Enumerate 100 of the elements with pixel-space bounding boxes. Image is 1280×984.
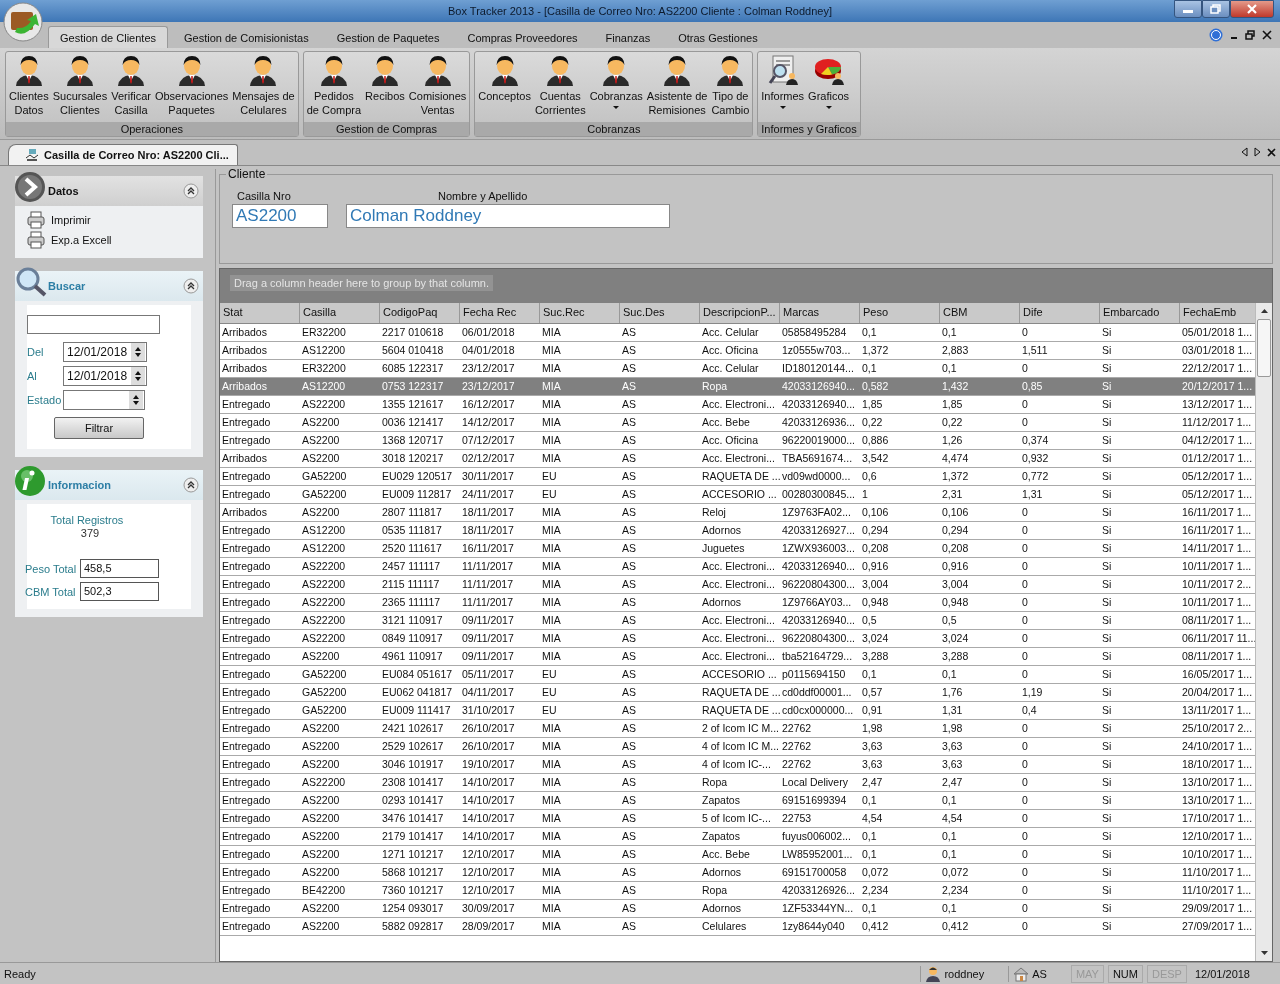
ribbon-button[interactable]: Pedidos de Compra	[304, 54, 364, 117]
text-field[interactable]: Colman Roddney	[346, 204, 670, 228]
action-link[interactable]: Exp.a Excell	[27, 230, 191, 250]
table-cell-text: 0,1	[941, 901, 958, 916]
maximize-button[interactable]	[1202, 0, 1230, 18]
table-cell-text: 1ZWX936003...	[781, 541, 856, 556]
table-cell-text: AS	[621, 541, 637, 556]
table-cell-text: AS2200	[301, 757, 341, 772]
ribbon-button[interactable]: Recibos	[363, 54, 407, 103]
column-header[interactable]: Embarcado	[1100, 303, 1180, 323]
ribbon-button[interactable]: Comisiones Ventas	[406, 54, 469, 117]
vertical-scrollbar[interactable]	[1255, 303, 1272, 961]
status-message: Ready	[4, 967, 37, 980]
table-cell-text: 00280300845...	[781, 487, 856, 502]
table-cell-text: AS	[621, 829, 637, 844]
table-cell-text: 26/10/2017	[461, 739, 516, 754]
table-cell-text: 0	[1021, 775, 1029, 790]
table-cell-text: 42033126926...	[781, 883, 856, 898]
ribbon-button[interactable]: Mensajes de Celulares	[230, 54, 297, 117]
total-value: 379	[79, 527, 101, 539]
table-cell-text: 09/11/2017	[461, 649, 515, 664]
table-cell-text: Entregado	[221, 577, 272, 592]
ribbon-button[interactable]: Tipo de Cambio	[709, 54, 752, 117]
table-cell-text: 0	[1021, 523, 1029, 538]
date-field[interactable]: 12/01/2018	[63, 342, 147, 362]
table-cell-text: 0,1	[861, 361, 878, 376]
column-header[interactable]: Peso	[860, 303, 940, 323]
action-link[interactable]: Imprimir	[27, 210, 191, 230]
ribbon-button[interactable]: Sucursales Clientes	[50, 54, 110, 117]
table-cell-text: AS	[621, 721, 637, 736]
ribbon-tab[interactable]: Gestion de Comisionistas	[172, 26, 321, 48]
table-cell-text: AS2200	[301, 505, 341, 520]
table-cell-text: 2179 101417	[381, 829, 445, 844]
column-header[interactable]: Dife	[1020, 303, 1100, 323]
ribbon-tab[interactable]: Compras Proveedores	[455, 26, 590, 48]
column-header[interactable]: CodigoPaq	[380, 303, 460, 323]
table-cell-text: 1,98	[941, 721, 964, 736]
ribbon-tab[interactable]: Gestion de Clientes	[48, 26, 168, 48]
close-icon[interactable]	[1262, 30, 1272, 40]
column-header[interactable]: Fecha Rec	[460, 303, 540, 323]
ribbon-tab[interactable]: Otras Gestiones	[666, 26, 770, 48]
table-cell-text: 0	[1021, 595, 1029, 610]
table-cell-text: GA52200	[301, 685, 348, 700]
right-arrow-icon[interactable]	[1254, 147, 1261, 157]
table-cell-text: MIA	[541, 883, 562, 898]
group-label: Informes y Graficos	[758, 122, 860, 136]
minimize-button[interactable]	[1174, 0, 1202, 18]
table-cell-text: 1368 120717	[381, 433, 445, 448]
status-dropdown[interactable]	[63, 390, 145, 410]
restore-icon[interactable]	[1245, 30, 1255, 40]
ribbon-button[interactable]: Cobranzas	[587, 54, 645, 109]
table-cell-text: 3046 101917	[381, 757, 445, 772]
group-label: Gestion de Compras	[303, 122, 470, 136]
table-cell-text: 0,932	[1021, 451, 1050, 466]
column-header[interactable]: Suc.Rec	[540, 303, 620, 323]
table-cell-text: 19/10/2017	[461, 757, 516, 772]
ribbon-button[interactable]: Verificar Casilla	[109, 54, 153, 117]
search-field[interactable]	[27, 315, 160, 334]
ribbon-button[interactable]: Observaciones Paquetes	[152, 54, 231, 117]
table-cell-text: 31/10/2017	[461, 703, 516, 718]
date-field[interactable]: 12/01/2018	[63, 366, 147, 386]
filter-button[interactable]: Filtrar	[54, 417, 144, 439]
table-cell-text: 1	[861, 487, 869, 502]
table-cell-text: AS	[621, 703, 637, 718]
table-cell-text: 18/10/2017 1...	[1181, 757, 1254, 772]
ribbon-button[interactable]: Graficos	[806, 54, 852, 109]
ribbon-button[interactable]: Informes	[759, 54, 807, 109]
search-icon	[14, 265, 48, 299]
document-tab[interactable]: Casilla de Correo Nro: AS2200 Cli...	[8, 144, 238, 165]
column-header[interactable]: Suc.Des	[620, 303, 700, 323]
ribbon-button[interactable]: Cuentas Corrientes	[532, 54, 588, 117]
column-header[interactable]: Marcas	[780, 303, 860, 323]
column-header[interactable]: CBM	[940, 303, 1020, 323]
table-cell-text: Entregado	[221, 775, 272, 790]
close-icon[interactable]	[1267, 147, 1276, 157]
column-header[interactable]: DescripcionP...	[700, 303, 780, 323]
table-row[interactable]: Arribados AS12200 0753 122317 23/12/2017 MIA AS Ropa 42033126940... 0,582 1,432 0,85 Si 20/12/2017 1...	[220, 378, 1255, 396]
text-field[interactable]: AS2200	[232, 204, 328, 228]
column-header[interactable]: Stat	[220, 303, 300, 323]
table-cell-text: 5868 101217	[381, 865, 445, 880]
ribbon-tab[interactable]: Finanzas	[593, 26, 663, 48]
table-cell-text: 0,294	[941, 523, 970, 538]
table-cell-text: Entregado	[221, 721, 272, 736]
column-header[interactable]: Casilla	[300, 303, 380, 323]
caret-icon	[779, 106, 786, 109]
table-cell-text: Entregado	[221, 703, 272, 718]
table-cell-text: Arribados	[221, 325, 268, 340]
table-cell-text: EU084 051617	[381, 667, 454, 682]
ribbon-button[interactable]: Conceptos	[476, 54, 533, 103]
help-icon[interactable]	[1209, 28, 1223, 42]
scroll-thumb[interactable]	[1257, 319, 1271, 377]
ribbon-button[interactable]: Asistente de Remisiones	[644, 54, 710, 117]
table-cell-text: AS2200	[301, 793, 341, 808]
close-button[interactable]	[1230, 0, 1274, 18]
printer-icon	[27, 231, 45, 249]
ribbon-tab[interactable]: Gestion de Paquetes	[324, 26, 452, 48]
ribbon-button[interactable]: Clientes Datos	[7, 54, 51, 117]
table-cell-text: 2,883	[941, 343, 970, 358]
table-cell-text: 1,372	[861, 343, 890, 358]
left-arrow-icon[interactable]	[1241, 147, 1248, 157]
